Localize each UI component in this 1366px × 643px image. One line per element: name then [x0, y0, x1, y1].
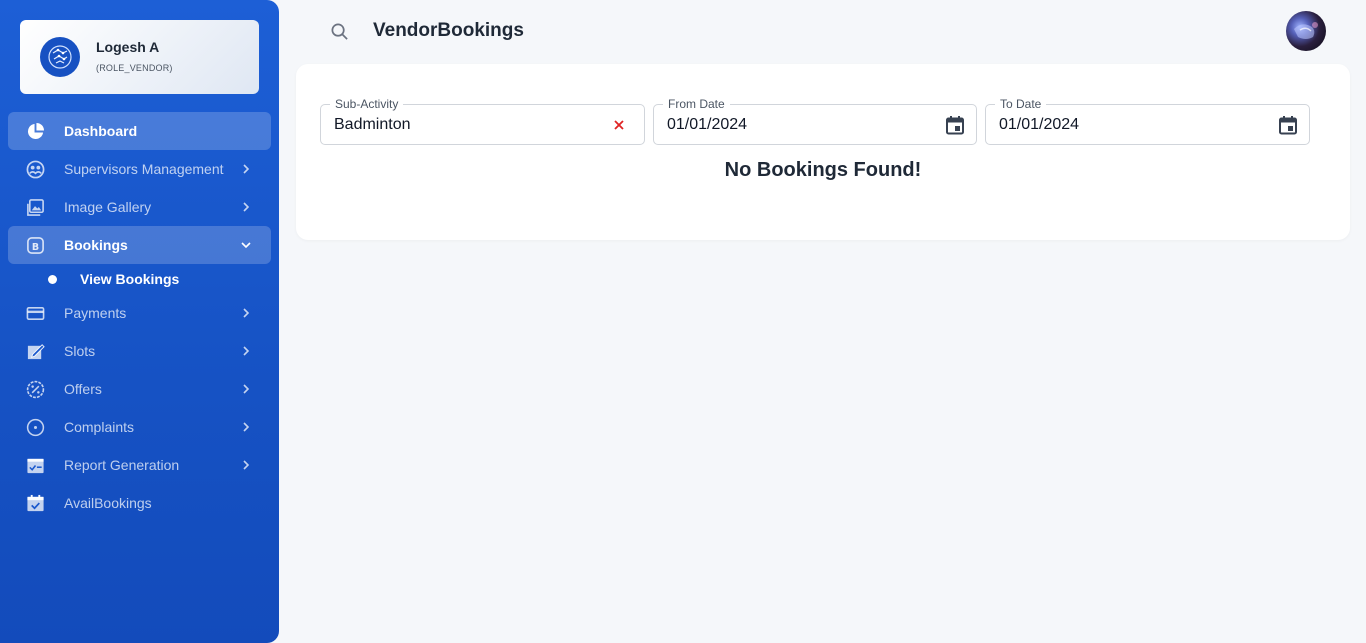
search-icon[interactable]: [330, 22, 349, 41]
report-icon: [27, 458, 44, 474]
to-date-field[interactable]: To Date 01/01/2024: [985, 97, 1310, 145]
sidebar-item-report-generation[interactable]: Report Generation: [8, 446, 271, 484]
sidebar-item-supervisors[interactable]: Supervisors Management: [8, 150, 271, 188]
chevron-right-icon: [243, 308, 250, 318]
complaints-icon: [26, 418, 45, 437]
profile-name: Logesh A: [96, 39, 160, 55]
dashboard-icon: [27, 122, 45, 140]
avatar-image: [1294, 22, 1318, 39]
profile-role: (ROLE_VENDOR): [96, 63, 173, 73]
sidebar: Logesh A (ROLE_VENDOR) Dashboard Supervi…: [0, 0, 279, 643]
from-date-label: From Date: [663, 97, 730, 111]
sidebar-item-label: Report Generation: [64, 457, 180, 473]
profile-card[interactable]: Logesh A (ROLE_VENDOR): [20, 20, 259, 94]
chevron-right-icon: [243, 422, 250, 432]
sidebar-subitem-view-bookings[interactable]: View Bookings: [48, 268, 179, 290]
gallery-icon: [27, 199, 44, 216]
sub-activity-value: Badminton: [334, 116, 411, 133]
calendar-icon[interactable]: [1278, 115, 1298, 135]
sub-activity-select[interactable]: Sub-Activity Badminton: [320, 97, 645, 145]
sub-activity-label: Sub-Activity: [330, 97, 404, 111]
from-date-field[interactable]: From Date 01/01/2024: [653, 97, 977, 145]
sidebar-item-label: Image Gallery: [64, 199, 152, 215]
sidebar-item-label: View Bookings: [80, 271, 180, 287]
sidebar-item-label: Offers: [64, 381, 102, 397]
chevron-right-icon: [243, 202, 250, 212]
chevron-right-icon: [243, 164, 250, 174]
logo-icon: [40, 37, 80, 77]
sidebar-item-label: Dashboard: [64, 123, 138, 139]
chevron-right-icon: [243, 384, 250, 394]
chevron-down-icon: [241, 242, 251, 249]
page-title: VendorBookings: [373, 20, 524, 41]
sidebar-item-payments[interactable]: Payments: [8, 294, 271, 332]
slots-icon: [27, 344, 45, 360]
sidebar-item-label: Payments: [64, 305, 127, 321]
from-date-value: 01/01/2024: [667, 116, 748, 133]
user-avatar[interactable]: [1286, 11, 1326, 51]
sidebar-item-label: Supervisors Management: [64, 161, 224, 177]
calendar-icon[interactable]: [945, 115, 965, 135]
sidebar-item-label: AvailBookings: [64, 495, 152, 511]
clear-icon[interactable]: [611, 117, 627, 133]
to-date-value: 01/01/2024: [999, 116, 1080, 133]
active-dot: [48, 274, 57, 284]
offers-icon: [26, 380, 45, 399]
sidebar-item-availbookings[interactable]: AvailBookings: [8, 484, 271, 522]
supervisors-icon: [26, 160, 45, 179]
bookings-card: Sub-Activity Badminton From Date 01/01/2…: [296, 64, 1350, 240]
payments-icon: [26, 306, 45, 321]
empty-state-message: No Bookings Found!: [724, 159, 922, 181]
sidebar-item-complaints[interactable]: Complaints: [8, 408, 271, 446]
sidebar-item-slots[interactable]: Slots: [8, 332, 271, 370]
sidebar-item-dashboard[interactable]: Dashboard: [8, 112, 271, 150]
avail-icon: [27, 494, 44, 512]
svg-text:B: B: [32, 242, 39, 253]
sidebar-item-label: Complaints: [64, 419, 135, 435]
sidebar-item-label: Slots: [64, 343, 96, 359]
to-date-label: To Date: [995, 97, 1047, 111]
bookings-icon: B: [27, 237, 44, 254]
chevron-right-icon: [243, 460, 250, 470]
chevron-right-icon: [243, 346, 250, 356]
sidebar-item-label: Bookings: [64, 237, 128, 253]
sidebar-item-offers[interactable]: Offers: [8, 370, 271, 408]
sidebar-item-image-gallery[interactable]: Image Gallery: [8, 188, 271, 226]
sidebar-item-bookings[interactable]: B Bookings: [8, 226, 271, 264]
